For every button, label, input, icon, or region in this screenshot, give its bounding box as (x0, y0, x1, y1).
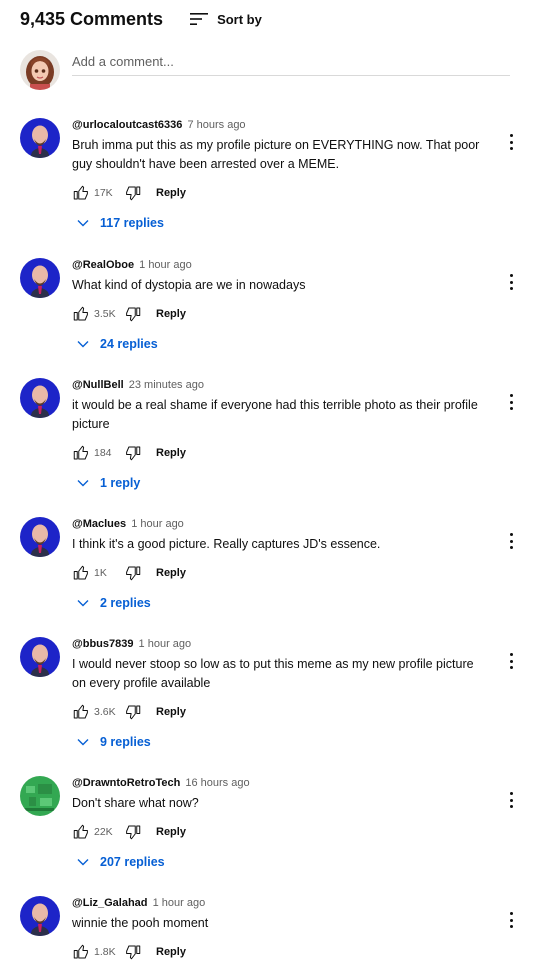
view-replies-button[interactable]: 117 replies (76, 212, 482, 234)
dislike-icon[interactable] (124, 703, 142, 721)
commenter-avatar[interactable] (20, 258, 60, 298)
view-replies-button[interactable]: 2 replies (76, 592, 482, 614)
view-replies-button[interactable]: 1 reply (76, 472, 482, 494)
comment-handle[interactable]: @Maclues (72, 518, 126, 530)
comment-text: Don't share what now? (72, 796, 199, 810)
like-icon[interactable] (72, 184, 90, 202)
comment-time[interactable]: 7 hours ago (187, 119, 245, 131)
like-icon[interactable] (72, 305, 90, 323)
replies-label: 9 replies (100, 735, 151, 749)
more-options-icon[interactable] (504, 651, 518, 671)
like-icon[interactable] (72, 564, 90, 582)
like-count: 17K (94, 187, 113, 199)
chevron-down-icon (77, 341, 89, 348)
like-count: 1.8K (94, 946, 116, 958)
chevron-down-icon (77, 739, 89, 746)
view-replies-button[interactable]: 9 replies (76, 731, 482, 753)
dislike-icon[interactable] (124, 823, 142, 841)
commenter-avatar[interactable] (20, 637, 60, 677)
reply-button[interactable]: Reply (156, 567, 186, 579)
comment-handle[interactable]: @NullBell (72, 379, 124, 391)
chevron-down-icon (77, 600, 89, 607)
like-count: 1K (94, 567, 107, 579)
add-comment-input[interactable]: Add a comment... (72, 50, 510, 76)
reply-button[interactable]: Reply (156, 308, 186, 320)
chevron-down-icon (77, 220, 89, 227)
dislike-icon[interactable] (124, 184, 142, 202)
comment-time[interactable]: 1 hour ago (153, 897, 206, 909)
dislike-icon[interactable] (124, 564, 142, 582)
chevron-down-icon (77, 480, 89, 487)
comment-text: What kind of dystopia are we in nowadays (72, 278, 306, 292)
chevron-down-icon (77, 859, 89, 866)
more-options-icon[interactable] (504, 910, 518, 930)
replies-label: 1 reply (100, 476, 141, 490)
like-count: 22K (94, 826, 113, 838)
like-icon[interactable] (72, 943, 90, 960)
commenter-avatar[interactable] (20, 378, 60, 418)
comment-text: winnie the pooh moment (72, 916, 209, 930)
dislike-icon[interactable] (124, 943, 142, 960)
like-icon[interactable] (72, 823, 90, 841)
more-options-icon[interactable] (504, 790, 518, 810)
dislike-icon[interactable] (124, 305, 142, 323)
comment-time[interactable]: 1 hour ago (131, 518, 184, 530)
comment-time[interactable]: 1 hour ago (139, 638, 192, 650)
comment-time[interactable]: 23 minutes ago (129, 379, 204, 391)
like-count: 3.6K (94, 706, 116, 718)
like-icon[interactable] (72, 703, 90, 721)
comment-handle[interactable]: @DrawntoRetroTech (72, 777, 180, 789)
comment-text: it would be a real shame if everyone had… (72, 398, 478, 431)
more-options-icon[interactable] (504, 392, 518, 412)
sort-by-label: Sort by (217, 11, 262, 27)
more-options-icon[interactable] (504, 531, 518, 551)
reply-button[interactable]: Reply (156, 946, 186, 958)
comment-text: I would never stoop so low as to put thi… (72, 657, 474, 690)
commenter-avatar[interactable] (20, 896, 60, 936)
view-replies-button[interactable]: 207 replies (76, 851, 482, 873)
more-options-icon[interactable] (504, 132, 518, 152)
like-icon[interactable] (72, 444, 90, 462)
reply-button[interactable]: Reply (156, 187, 186, 199)
reply-button[interactable]: Reply (156, 826, 186, 838)
add-comment-row: Add a comment... (20, 50, 510, 92)
comment-time[interactable]: 1 hour ago (139, 259, 192, 271)
like-count: 184 (94, 447, 112, 459)
dislike-icon[interactable] (124, 444, 142, 462)
comment-handle[interactable]: @Liz_Galahad (72, 897, 148, 909)
replies-label: 24 replies (100, 337, 158, 351)
comments-header: 9,435 Comments Sort by (20, 6, 522, 32)
replies-label: 2 replies (100, 596, 151, 610)
view-replies-button[interactable]: 24 replies (76, 333, 482, 355)
user-avatar[interactable] (20, 50, 60, 90)
commenter-avatar[interactable] (20, 517, 60, 557)
comment-count: 9,435 Comments (20, 8, 164, 29)
replies-label: 207 replies (100, 855, 165, 869)
comment-handle[interactable]: @bbus7839 (72, 638, 133, 650)
comment-text: I think it's a good picture. Really capt… (72, 537, 381, 551)
commenter-avatar[interactable] (20, 118, 60, 158)
comment-text: Bruh imma put this as my profile picture… (72, 138, 480, 171)
comment-handle[interactable]: @urlocaloutcast6336 (72, 119, 182, 131)
sort-by-button[interactable]: Sort by (189, 11, 262, 27)
comment-time[interactable]: 16 hours ago (185, 777, 249, 789)
comment-handle[interactable]: @RealOboe (72, 259, 134, 271)
commenter-avatar[interactable] (20, 776, 60, 816)
like-count: 3.5K (94, 308, 116, 320)
reply-button[interactable]: Reply (156, 447, 186, 459)
reply-button[interactable]: Reply (156, 706, 186, 718)
sort-icon (190, 13, 209, 25)
replies-label: 117 replies (100, 216, 164, 230)
more-options-icon[interactable] (504, 272, 518, 292)
